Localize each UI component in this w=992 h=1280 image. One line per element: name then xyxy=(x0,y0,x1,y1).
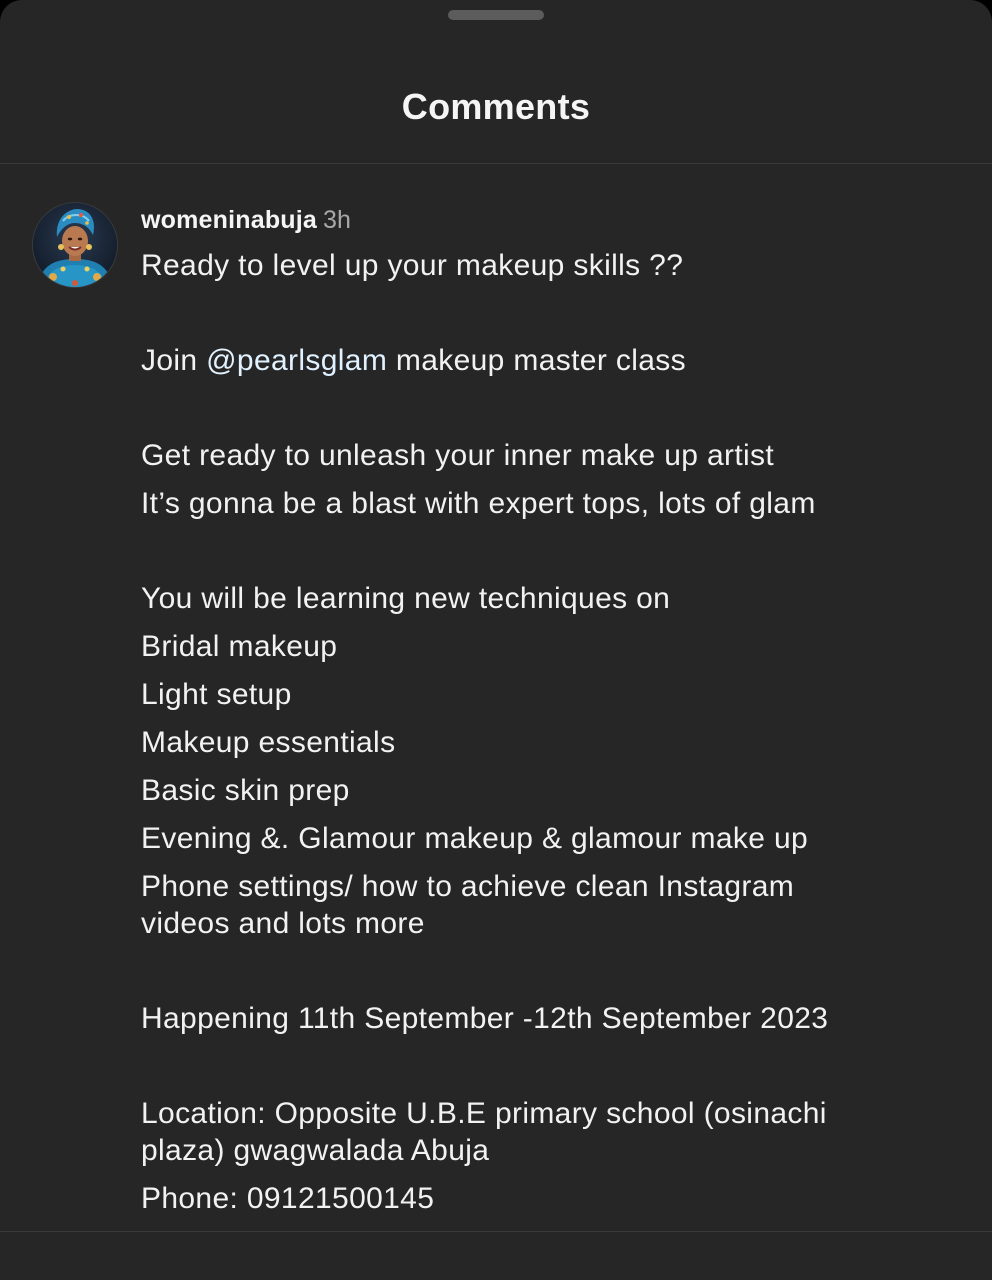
comment-line: plaza) gwagwalada Abuja xyxy=(141,1134,490,1167)
mention-link[interactable]: @pearlsglam xyxy=(206,344,387,377)
profile-avatar-icon[interactable] xyxy=(33,203,117,287)
comment-timestamp: 3h xyxy=(323,206,351,234)
sheet-drag-handle[interactable] xyxy=(448,10,544,20)
comment-line: It’s gonna be a blast with expert tops, … xyxy=(141,487,816,520)
comment-line: Happening 11th September -12th September… xyxy=(141,1002,829,1035)
comment-text: Join xyxy=(141,344,207,377)
comments-sheet: Comments womeninabuja 3h Ready to level … xyxy=(0,0,992,1280)
comment-line: Basic skin prep xyxy=(141,774,350,807)
comment-line: videos and lots more xyxy=(141,907,425,940)
comment-text: makeup master class xyxy=(387,344,686,377)
avatar-image xyxy=(33,203,117,287)
comment-line: Light setup xyxy=(141,678,292,711)
comment-username[interactable]: womeninabuja xyxy=(141,206,317,234)
comment-line: You will be learning new techniques on xyxy=(141,582,671,615)
comment-line: Phone settings/ how to achieve clean Ins… xyxy=(141,870,795,903)
sheet-title: Comments xyxy=(401,86,591,127)
header-divider xyxy=(0,163,992,164)
comment-line: Makeup essentials xyxy=(141,726,396,759)
comment-line: Join @pearlsglam makeup master class xyxy=(141,342,961,379)
footer-divider xyxy=(0,1231,992,1232)
comment-line: Get ready to unleash your inner make up … xyxy=(141,439,775,472)
comment-line: Phone: 09121500145 xyxy=(141,1182,435,1215)
comment-line: Bridal makeup xyxy=(141,630,338,663)
comment-meta: womeninabuja 3h xyxy=(141,203,961,237)
comment-item: womeninabuja 3h Ready to level up your ma… xyxy=(141,203,961,1217)
comment-line: Evening &. Glamour makeup & glamour make… xyxy=(141,822,809,855)
comment-line: Ready to level up your makeup skills ?? xyxy=(141,249,684,282)
comment-body: Ready to level up your makeup skills ?? … xyxy=(141,247,961,1217)
comment-line: Location: Opposite U.B.E primary school … xyxy=(141,1097,827,1130)
